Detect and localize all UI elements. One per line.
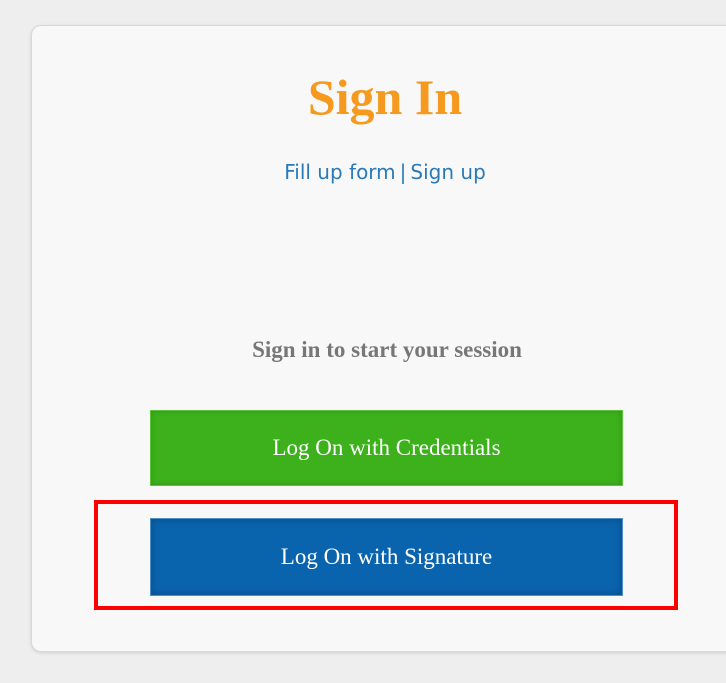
- page: Sign In Fill up form | Sign up Sign in to …: [0, 0, 726, 683]
- form-links: Fill up form | Sign up: [0, 162, 726, 182]
- session-message: Sign in to start your session: [252, 337, 522, 362]
- page-title: Sign In: [307, 69, 463, 125]
- link-separator: |: [399, 160, 407, 184]
- fill-up-form-link[interactable]: Fill up form: [284, 160, 395, 184]
- log-on-with-signature-button[interactable]: Log On with Signature: [150, 518, 623, 596]
- log-on-with-credentials-button[interactable]: Log On with Credentials: [150, 410, 623, 486]
- sign-up-link[interactable]: Sign up: [410, 160, 485, 184]
